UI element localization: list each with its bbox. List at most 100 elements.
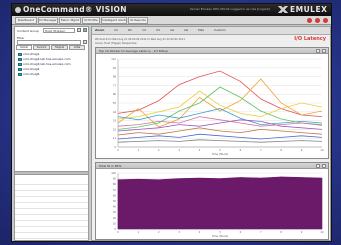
chart-close-icon[interactable] (322, 164, 326, 168)
title-bar: OneCommand® VISION Server Emulex OPC-VM-… (12, 4, 331, 16)
y-tick-label: 10 (113, 221, 117, 225)
total-io-area-chart: 10090807060504030201000 1 2 3 4 5 6 7 8 9 10Time (… (111, 171, 324, 238)
y-tick-label: 0 (114, 145, 116, 149)
tab-global[interactable]: Global (16, 45, 32, 50)
app-window: OneCommand® VISION Server Emulex OPC-VM-… (11, 3, 332, 242)
tab-luns[interactable]: LUNs (69, 45, 85, 50)
server-icon (18, 53, 22, 56)
y-tick-label: 40 (113, 205, 117, 209)
maximize-button[interactable] (315, 18, 320, 23)
zoom-label: Zoom (95, 28, 105, 32)
minimize-button[interactable] (307, 18, 312, 23)
server-icon (18, 73, 22, 76)
series-line (117, 70, 323, 117)
close-button[interactable] (323, 18, 328, 23)
host-tree: omc-lhsig1 omc-lhsig2.lab.hos.emulex.com… (17, 52, 87, 77)
nav-tab-dashboard[interactable]: Dashboard (15, 17, 37, 24)
filter-go-icon[interactable] (83, 40, 87, 44)
refresh-icon[interactable] (83, 28, 87, 32)
tab-servers[interactable]: Servers (33, 45, 50, 50)
latency-chart-panel: Top 10 Worker IO Average Latency - 1H Ro… (95, 47, 329, 159)
y-tick-label: 22 (113, 127, 117, 131)
nav-tab-io-profile[interactable]: IO Profile (82, 17, 100, 24)
x-tick-label: 6 (240, 148, 242, 152)
x-axis-label: Time (Hours) (212, 152, 228, 156)
list-item (15, 239, 88, 241)
x-tick-label: 4 (199, 148, 201, 152)
left-tabs: Global Servers Targets LUNs (16, 45, 88, 50)
server-icon (18, 58, 22, 61)
header-info: Server Emulex OPC-VM-42 Logged in as rol… (190, 7, 270, 11)
x-tick-label: 7 (260, 230, 262, 234)
zoom-2d-button[interactable]: 2d (156, 28, 160, 33)
y-tick-label: 100 (111, 171, 116, 175)
zoom-2w-button[interactable]: 2w (184, 28, 188, 33)
y-tick-label: 0 (114, 227, 116, 231)
latency-line-chart: 11099887766554433221100 1 2 3 4 5 6 7 8 9 10Time (… (111, 57, 324, 156)
chart-close-icon[interactable] (322, 49, 326, 53)
x-tick-label: 10 (320, 230, 324, 234)
panel-splitter[interactable] (15, 171, 88, 175)
content-group-apply-icon[interactable] (77, 28, 81, 32)
zoom-max-button[interactable]: Max (198, 28, 204, 33)
chart-title: Total IO in MHz (99, 164, 122, 168)
x-tick-label: 5 (219, 148, 221, 152)
chart-options-icon[interactable] (316, 49, 320, 53)
y-tick-label: 20 (113, 216, 117, 220)
y-tick-label: 50 (113, 199, 117, 203)
x-tick-label: 9 (301, 230, 303, 234)
x-tick-label: 5 (219, 230, 221, 234)
detail-list (15, 179, 88, 241)
y-tick-label: 90 (113, 177, 117, 181)
zoom-1d-button[interactable]: 1d (142, 28, 146, 33)
zoom-6h-button[interactable]: 6h (128, 28, 132, 33)
x-tick-label: 2 (158, 230, 160, 234)
x-tick-label: 9 (301, 148, 303, 152)
x-tick-label: 2 (158, 148, 160, 152)
x-tick-label: 0 (117, 148, 119, 152)
time-window-text: Window from Wed Aug 21 00:00:00 2011 to … (95, 38, 185, 41)
server-icon (18, 68, 22, 71)
chart-title: Top 10 Worker IO Average Latency - 1H Ro… (99, 49, 169, 53)
content-group-select[interactable]: Host (Trigger) (43, 28, 75, 33)
y-tick-label: 88 (113, 75, 117, 79)
x-tick-label: 1 (138, 148, 140, 152)
zoom-1w-button[interactable]: 1w (170, 28, 174, 33)
series-line (117, 139, 323, 143)
chart-header: Total IO in MHz (96, 163, 328, 169)
y-tick-label: 80 (113, 182, 117, 186)
y-tick-label: 11 (113, 136, 117, 140)
x-tick-label: 0 (117, 230, 119, 234)
x-tick-label: 10 (320, 148, 324, 152)
y-tick-label: 99 (113, 66, 117, 70)
chart-header: Top 10 Worker IO Average Latency - 1H Ro… (96, 48, 328, 54)
nav-tab-alerts[interactable]: Intelligent Alerts (101, 17, 127, 24)
y-tick-label: 66 (113, 92, 117, 96)
brand-name: EMULEX (290, 5, 328, 14)
chart-options-icon[interactable] (316, 164, 320, 168)
x-tick-label: 4 (199, 230, 201, 234)
nav-tab-fabric[interactable]: Fabric Mgmt (59, 17, 81, 24)
zoom-toolbar: Zoom 1h 6h 1d 2d 1w 2w Max Custom (92, 27, 330, 35)
app-title: OneCommand® VISION (23, 5, 127, 14)
tab-targets[interactable]: Targets (51, 45, 68, 50)
nav-bar: Dashboard IO Manager Fabric Mgmt IO Prof… (12, 16, 331, 25)
page-title: I/O Latency (294, 36, 326, 42)
y-tick-label: 70 (113, 188, 117, 192)
y-tick-label: 60 (113, 193, 117, 197)
y-tick-label: 33 (113, 119, 117, 123)
right-panel: Zoom 1h 6h 1d 2d 1w 2w Max Custom I/O La… (91, 26, 331, 241)
zoom-custom-button[interactable]: Custom (214, 28, 226, 33)
x-tick-label: 7 (260, 148, 262, 152)
tree-item[interactable]: omc-lhsig5 (17, 72, 87, 77)
y-tick-label: 55 (113, 101, 117, 105)
x-axis-label: Time (Hours) (212, 234, 228, 238)
left-panel: Content Group Host (Trigger) Filter Glob… (14, 26, 89, 241)
nav-tab-reports[interactable]: IO Reports (128, 17, 148, 24)
nav-tab-io-manager[interactable]: IO Manager (38, 17, 58, 24)
x-tick-label: 1 (138, 230, 140, 234)
app-logo-icon (15, 7, 21, 13)
x-tick-label: 6 (240, 230, 242, 234)
group-text: Group: Host (Trigger) Perspective (95, 42, 137, 45)
zoom-1h-button[interactable]: 1h (114, 28, 118, 33)
